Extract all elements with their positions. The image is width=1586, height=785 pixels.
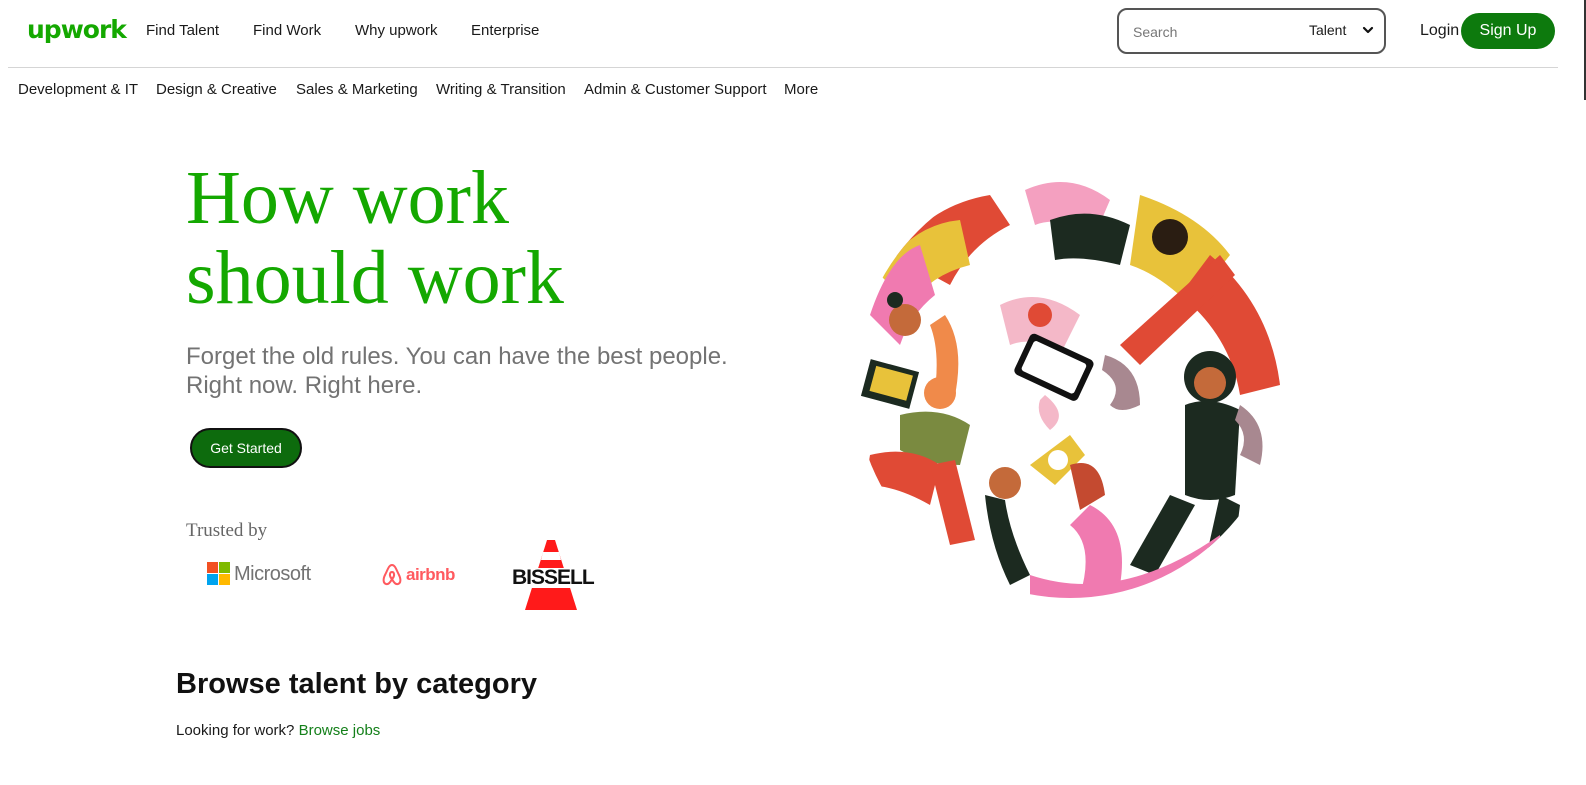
hero-title-line-1: How work <box>186 156 509 240</box>
nav-enterprise[interactable]: Enterprise <box>471 22 539 39</box>
nav-why-upwork[interactable]: Why upwork <box>355 22 438 39</box>
looking-for-work-prompt: Looking for work? <box>176 722 295 739</box>
hero-title: How work should work <box>186 158 746 318</box>
category-writing-transition[interactable]: Writing & Transition <box>436 81 566 98</box>
category-more[interactable]: More <box>784 81 818 98</box>
browse-jobs-link[interactable]: Browse jobs <box>299 722 381 739</box>
microsoft-logo-icon <box>207 562 230 585</box>
microsoft-logo-text: Microsoft <box>234 563 311 585</box>
trusted-by-label: Trusted by <box>186 520 268 541</box>
hero-subtitle: Forget the old rules. You can have the b… <box>186 342 766 400</box>
hero-subtitle-line-1: Forget the old rules. You can have the b… <box>186 343 728 370</box>
get-started-button[interactable]: Get Started <box>190 428 302 468</box>
login-link[interactable]: Login <box>1420 22 1459 40</box>
nav-find-talent[interactable]: Find Talent <box>146 22 219 39</box>
looking-for-work-text: Looking for work? Browse jobs <box>176 722 380 739</box>
airbnb-logo-icon <box>382 563 402 586</box>
header-divider <box>8 67 1558 68</box>
sign-up-button[interactable]: Sign Up <box>1461 13 1555 49</box>
airbnb-logo-text: airbnb <box>406 565 455 584</box>
browse-talent-heading: Browse talent by category <box>176 668 537 700</box>
bissell-logo-text: BISSELL <box>511 566 595 589</box>
page: upwork Find Talent Find Work Why upwork … <box>0 0 1586 785</box>
hero-title-line-2: should work <box>186 236 564 320</box>
category-design-creative[interactable]: Design & Creative <box>156 81 277 98</box>
hero-subtitle-line-2: Right now. Right here. <box>186 372 423 399</box>
category-development-it[interactable]: Development & IT <box>18 81 138 98</box>
hero-illustration <box>855 168 1285 598</box>
search-input[interactable] <box>1131 19 1295 45</box>
upwork-logo[interactable]: upwork <box>27 15 127 44</box>
chevron-down-icon[interactable] <box>1361 23 1375 37</box>
search-bar: Talent <box>1117 8 1386 54</box>
nav-find-work[interactable]: Find Work <box>253 22 321 39</box>
search-type-select[interactable]: Talent <box>1309 22 1346 38</box>
category-sales-marketing[interactable]: Sales & Marketing <box>296 81 418 98</box>
category-admin-support[interactable]: Admin & Customer Support <box>584 81 767 98</box>
